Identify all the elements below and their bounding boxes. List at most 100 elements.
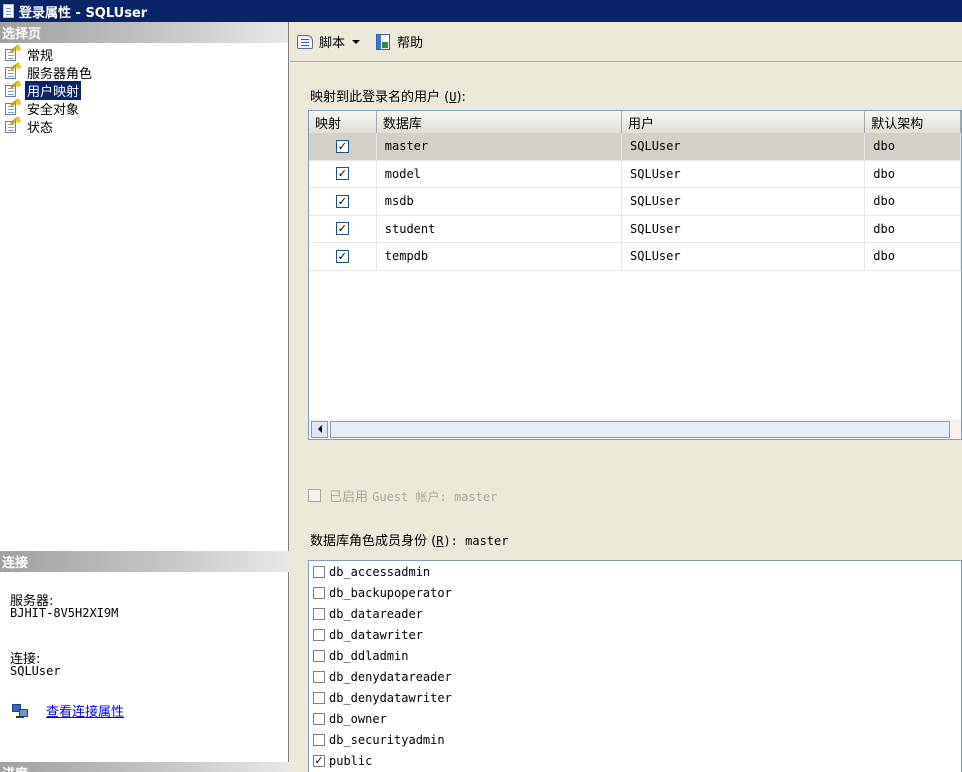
property-page-icon (2, 62, 21, 80)
guest-account-option: 已启用 Guest 帐户: master (308, 486, 497, 505)
database-cell: model (377, 160, 623, 187)
page-item-server-roles[interactable]: 服务器角色 (0, 62, 288, 82)
connection-properties-icon[interactable] (12, 703, 34, 719)
property-page-icon (2, 44, 21, 62)
script-button-label: 脚本 (319, 36, 346, 51)
role-checkbox[interactable] (313, 754, 325, 767)
map-cell (309, 160, 377, 187)
role-membership-list: db_accessadmin db_backupoperator db_data… (308, 560, 962, 772)
mapped-users-label-text: 映射到此登录名的用户 ( (310, 90, 450, 105)
select-page-header: 选择页 (0, 22, 288, 43)
toolbar: 脚本 帮助 (290, 22, 962, 62)
list-item[interactable]: db_securityadmin (309, 729, 961, 750)
role-checkbox[interactable] (313, 670, 325, 683)
view-connection-properties-link[interactable]: 查看连接属性 (46, 701, 124, 720)
role-membership-label-text: 数据库角色成员身份 ( (310, 534, 437, 549)
table-row[interactable]: master SQLUser dbo (309, 133, 961, 161)
role-name: db_datareader (329, 606, 423, 621)
role-checkbox[interactable] (313, 586, 325, 599)
column-header-default-schema[interactable]: 默认架构 (865, 111, 961, 133)
map-checkbox[interactable] (335, 249, 349, 263)
mapped-users-label: 映射到此登录名的用户 (U): (310, 86, 466, 105)
role-checkbox[interactable] (313, 691, 325, 704)
list-item[interactable]: db_ddladmin (309, 645, 961, 666)
role-name: public (329, 753, 373, 768)
table-row[interactable]: student SQLUser dbo (309, 215, 961, 243)
table-row[interactable]: msdb SQLUser dbo (309, 188, 961, 216)
page-item-user-mapping[interactable]: 用户映射 (0, 80, 288, 100)
script-icon (296, 33, 316, 51)
list-item[interactable]: db_denydatawriter (309, 687, 961, 708)
scroll-left-icon[interactable] (311, 420, 328, 438)
help-button[interactable]: 帮助 (372, 30, 425, 53)
column-header-map[interactable]: 映射 (309, 111, 377, 133)
table-row[interactable]: model SQLUser dbo (309, 160, 961, 188)
database-cell: master (377, 133, 623, 160)
chevron-down-icon[interactable] (352, 39, 361, 44)
help-button-label: 帮助 (397, 36, 424, 51)
scrollbar-thumb[interactable] (330, 420, 950, 438)
schema-cell[interactable]: dbo (865, 243, 961, 270)
list-item[interactable]: db_denydatareader (309, 666, 961, 687)
connection-value: SQLUser (10, 664, 61, 678)
list-item[interactable]: db_datawriter (309, 624, 961, 645)
schema-cell[interactable]: dbo (865, 133, 961, 160)
page-item-label: 服务器角色 (27, 66, 93, 82)
progress-header: 进度 (0, 762, 289, 772)
role-name: db_accessadmin (329, 564, 431, 579)
page-item-status[interactable]: 状态 (0, 116, 288, 136)
role-name: db_denydatareader (329, 669, 452, 684)
server-value: BJHIT-8V5H2XI9M (10, 606, 119, 620)
role-checkbox[interactable] (313, 565, 325, 578)
guest-enabled-checkbox (308, 489, 321, 502)
list-item[interactable]: db_backupoperator (309, 582, 961, 603)
guest-enabled-text: Guest 帐户: master (372, 490, 498, 504)
database-cell: msdb (377, 188, 623, 215)
column-header-user[interactable]: 用户 (622, 111, 866, 133)
guest-enabled-label: 已启用 Guest 帐户: master (329, 486, 497, 505)
map-checkbox[interactable] (335, 139, 349, 153)
page-item-label: 用户映射 (25, 80, 82, 100)
user-cell[interactable]: SQLUser (622, 215, 866, 242)
schema-cell[interactable]: dbo (865, 160, 961, 187)
page-item-label: 状态 (27, 120, 54, 136)
list-item[interactable]: public (309, 750, 961, 771)
right-pane: 脚本 帮助 映射到此登录名的用户 (U): 映射 数据库 用户 默认架构 mas… (290, 22, 962, 772)
page-item-securables[interactable]: 安全对象 (0, 98, 288, 118)
user-cell[interactable]: SQLUser (622, 160, 866, 187)
role-checkbox[interactable] (313, 649, 325, 662)
map-checkbox[interactable] (335, 167, 349, 181)
list-item[interactable]: db_datareader (309, 603, 961, 624)
list-item[interactable]: db_owner (309, 708, 961, 729)
column-header-database[interactable]: 数据库 (376, 111, 623, 133)
schema-cell[interactable]: dbo (865, 215, 961, 242)
table-row[interactable]: tempdb SQLUser dbo (309, 243, 961, 271)
map-checkbox[interactable] (335, 222, 349, 236)
map-cell (309, 133, 377, 160)
user-cell[interactable]: SQLUser (622, 243, 866, 270)
map-cell (309, 215, 377, 242)
role-name: db_owner (329, 711, 387, 726)
role-name: db_denydatawriter (329, 690, 452, 705)
role-checkbox[interactable] (313, 712, 325, 725)
role-name: db_securityadmin (329, 732, 445, 747)
schema-cell[interactable]: dbo (865, 188, 961, 215)
window-title: 登录属性 - SQLUser (19, 5, 148, 21)
role-name: db_ddladmin (329, 648, 409, 663)
user-cell[interactable]: SQLUser (622, 133, 866, 160)
grid-header: 映射 数据库 用户 默认架构 (309, 111, 961, 133)
user-mapping-grid: 映射 数据库 用户 默认架构 master SQLUser dbo model … (308, 110, 962, 440)
horizontal-scrollbar[interactable] (308, 419, 962, 440)
window-title-bar: 登录属性 - SQLUser (0, 0, 962, 22)
role-checkbox[interactable] (313, 733, 325, 746)
list-item[interactable]: db_accessadmin (309, 561, 961, 582)
role-checkbox[interactable] (313, 607, 325, 620)
role-checkbox[interactable] (313, 628, 325, 641)
user-cell[interactable]: SQLUser (622, 188, 866, 215)
script-button[interactable]: 脚本 (294, 30, 368, 53)
mapped-users-label-suffix: ): (456, 90, 466, 105)
page-item-general[interactable]: 常规 (0, 44, 288, 64)
map-checkbox[interactable] (335, 194, 349, 208)
connection-header: 连接 (0, 551, 289, 572)
role-membership-label: 数据库角色成员身份 (R): master (310, 530, 508, 549)
